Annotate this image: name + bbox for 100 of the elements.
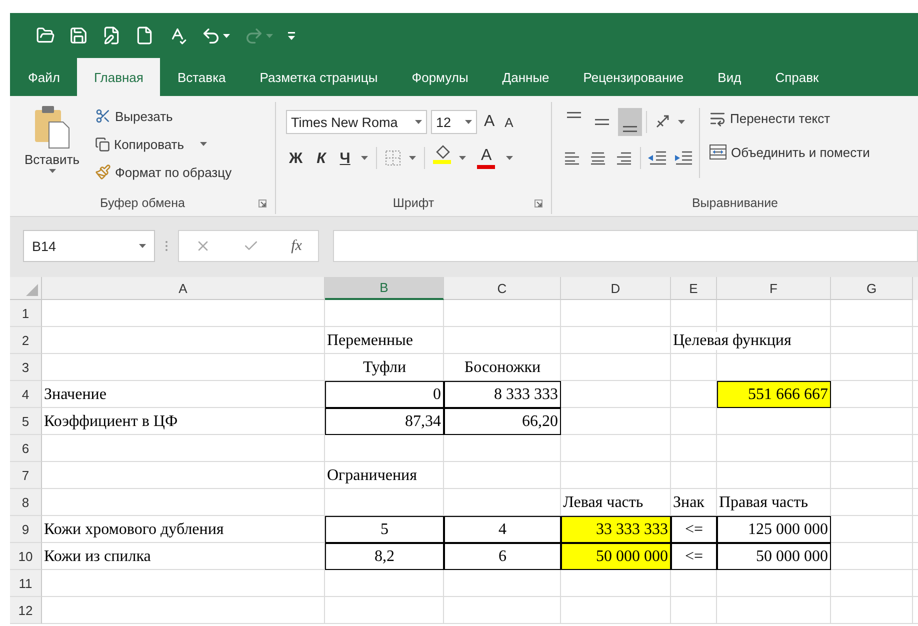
ribbon-tab[interactable]: Данные: [485, 58, 566, 96]
row-header[interactable]: 5: [10, 408, 42, 435]
ribbon-tab[interactable]: Справк: [758, 58, 836, 96]
new-file-icon[interactable]: [135, 26, 154, 45]
cut-button[interactable]: Вырезать: [92, 104, 235, 128]
group-label: Выравнивание: [692, 196, 778, 210]
group-label: Буфер обмена: [100, 196, 185, 210]
align-bottom-icon: [623, 126, 637, 132]
caret-icon: [48, 169, 56, 173]
row-header[interactable]: 11: [10, 570, 42, 597]
grip-icon: [165, 239, 168, 253]
ribbon-tab[interactable]: Вставка: [160, 58, 243, 96]
row-header[interactable]: 7: [10, 462, 42, 489]
dialog-launcher-icon[interactable]: [258, 199, 267, 208]
caret-icon: [506, 156, 514, 160]
table-cell: 87,34: [325, 408, 444, 435]
column-header[interactable]: D: [561, 277, 671, 300]
merge-button[interactable]: Объединить и помести: [706, 140, 873, 164]
formula-input[interactable]: [333, 230, 918, 262]
table-cell: 66,20: [444, 408, 561, 435]
caret-icon: [361, 156, 368, 160]
save-icon[interactable]: [69, 26, 88, 45]
underline-button[interactable]: Ч: [336, 150, 354, 166]
dialog-launcher-icon[interactable]: [534, 199, 543, 208]
paintbrush-icon: [95, 164, 111, 180]
row-header[interactable]: 12: [10, 597, 42, 624]
ribbon-tab[interactable]: Формулы: [394, 58, 486, 96]
table-cell: 125 000 000: [717, 516, 831, 543]
row-header[interactable]: 10: [10, 543, 42, 570]
cell-text: Правая часть: [719, 494, 808, 512]
caret-icon: [223, 34, 230, 38]
caret-icon: [409, 156, 416, 160]
font-size-field[interactable]: 12: [431, 110, 477, 134]
edit-file-icon[interactable]: [102, 26, 121, 45]
cell-text: Целевая функция: [673, 332, 792, 350]
table-cell: 5: [325, 516, 444, 543]
name-box[interactable]: B14: [23, 230, 155, 262]
align-bottom-button[interactable]: [618, 108, 642, 136]
customize-icon[interactable]: [287, 30, 296, 40]
increase-indent-icon[interactable]: [673, 149, 693, 167]
caret-icon: [459, 156, 466, 160]
grow-font-button[interactable]: A: [481, 114, 498, 130]
row-header[interactable]: 2: [10, 327, 42, 354]
row-header[interactable]: 9: [10, 516, 42, 543]
copy-button[interactable]: Копировать: [92, 132, 235, 156]
column-header[interactable]: B: [325, 277, 444, 300]
group-label: Шрифт: [392, 196, 434, 210]
table-cell: 50 000 000: [717, 543, 831, 570]
table-cell: 4: [444, 516, 561, 543]
column-header[interactable]: F: [717, 277, 831, 300]
column-header[interactable]: C: [444, 277, 561, 300]
shrink-font-button[interactable]: A: [502, 116, 516, 128]
insert-function-button[interactable]: fx: [291, 238, 302, 254]
caret-icon: [415, 120, 422, 124]
font-color-bar: [477, 164, 496, 168]
ribbon-tab[interactable]: Вид: [700, 58, 758, 96]
font-name-field[interactable]: Times New Roma: [286, 110, 427, 134]
table-cell: 551 666 667: [717, 381, 831, 408]
ribbon-tab[interactable]: Главная: [76, 58, 160, 96]
scissors-icon: [95, 108, 111, 124]
row-header[interactable]: 3: [10, 354, 42, 381]
italic-button[interactable]: К: [314, 150, 329, 166]
undo-button[interactable]: [201, 26, 230, 46]
ribbon-tab[interactable]: Рецензирование: [566, 58, 701, 96]
cell-text: Кожи хромового дубления: [44, 520, 224, 538]
open-icon[interactable]: [36, 26, 55, 45]
caret-icon: [465, 120, 472, 124]
caret-icon: [266, 34, 273, 38]
align-middle-icon: [595, 119, 609, 125]
decrease-indent-icon[interactable]: [647, 149, 667, 167]
table-cell: 8,2: [325, 543, 444, 570]
copy-icon: [95, 136, 110, 152]
column-header[interactable]: G: [831, 277, 913, 300]
cell-text: Ограничения: [327, 466, 417, 484]
row-header[interactable]: 6: [10, 435, 42, 462]
table-cell: <=: [671, 516, 717, 543]
format-painter-button[interactable]: Формат по образцу: [92, 160, 235, 184]
cell-text: Переменные: [327, 332, 413, 350]
bold-button[interactable]: Ж: [286, 150, 306, 166]
caret-icon: [139, 244, 146, 248]
fill-color-bar: [433, 160, 452, 164]
column-header[interactable]: A: [42, 277, 325, 300]
ribbon-tab[interactable]: Файл: [11, 58, 77, 96]
table-cell: 6: [444, 543, 561, 570]
wrap-text-button[interactable]: Перенести текст: [706, 106, 873, 130]
merge-cells-icon: [709, 144, 727, 160]
borders-icon[interactable]: [385, 150, 402, 166]
ribbon-tab[interactable]: Разметка страницы: [242, 58, 395, 96]
table-cell: 33 333 333: [561, 516, 671, 543]
cell-text: Туфли: [362, 358, 406, 376]
row-header[interactable]: 8: [10, 489, 42, 516]
caret-icon: [678, 120, 685, 124]
row-header[interactable]: 4: [10, 381, 42, 408]
table-cell: 50 000 000: [561, 543, 671, 570]
align-top-icon: [567, 112, 581, 118]
font-color-button[interactable]: A: [474, 148, 498, 168]
paste-button[interactable]: Вставить: [20, 104, 84, 192]
column-header[interactable]: E: [671, 277, 717, 300]
row-header[interactable]: 1: [10, 300, 42, 327]
clipboard-icon: [33, 104, 71, 150]
